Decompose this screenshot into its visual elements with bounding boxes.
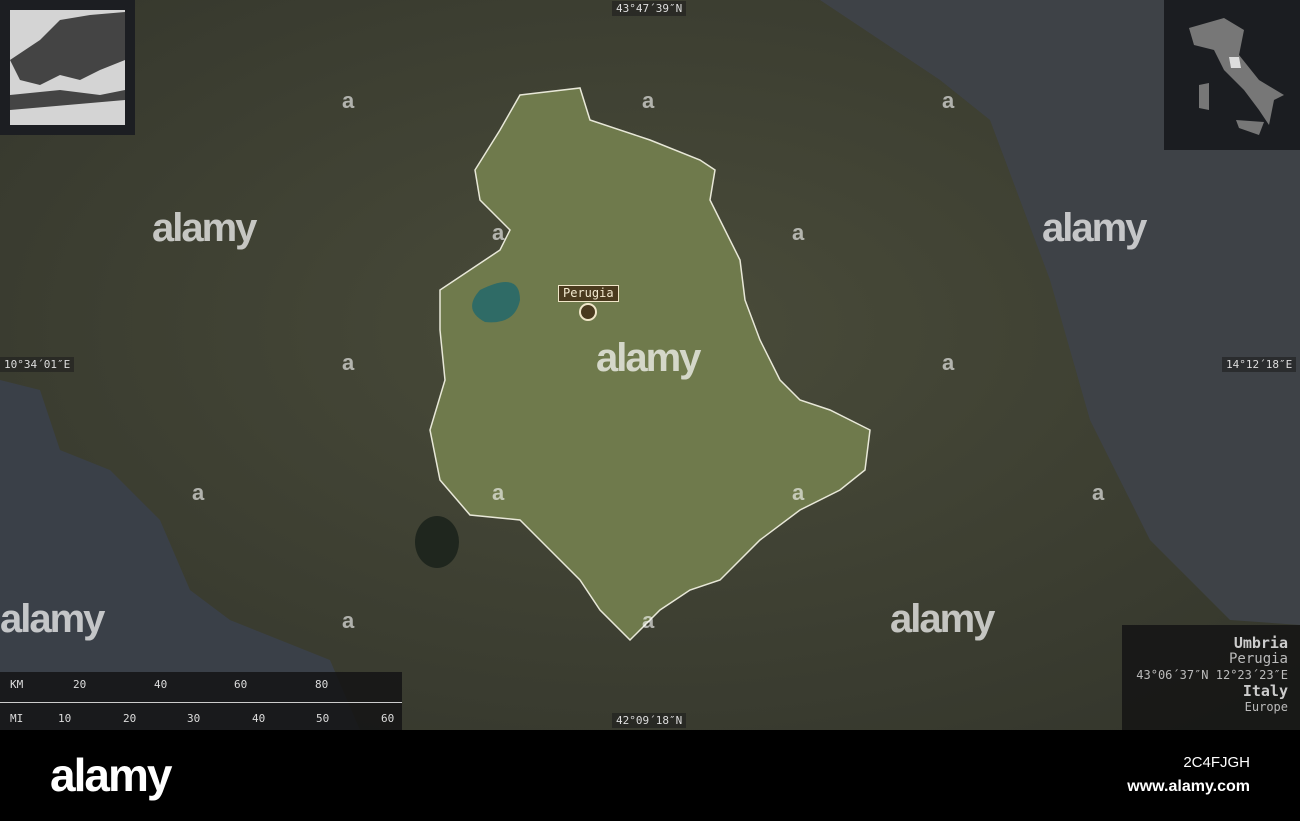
scale-bar: KM 20 40 60 80 MI 10 20 30 40 50 60 xyxy=(0,672,402,730)
country-name: Italy xyxy=(1242,682,1288,700)
mi-tick: 30 xyxy=(187,712,201,725)
km-label: KM xyxy=(10,678,24,691)
watermark: alamy xyxy=(152,206,257,250)
watermark-letter: a xyxy=(792,220,805,245)
watermark-letter: a xyxy=(942,350,955,375)
watermark-letter: a xyxy=(192,480,205,505)
city-label-perugia: Perugia xyxy=(558,285,619,302)
mi-tick: 50 xyxy=(316,712,330,725)
region-name: Umbria xyxy=(1233,634,1288,652)
mi-tick: 60 xyxy=(381,712,395,725)
alamy-logo[interactable]: alamy xyxy=(50,748,172,802)
lake-bolsena xyxy=(415,516,459,568)
km-tick: 60 xyxy=(234,678,248,691)
umbria-highlight xyxy=(1229,57,1241,68)
mi-label: MI xyxy=(10,712,24,725)
latitude-top: 43°47´39″N xyxy=(612,1,687,16)
watermark-letter: a xyxy=(942,88,955,113)
watermark-letter: a xyxy=(642,88,655,113)
mi-tick: 10 xyxy=(58,712,72,725)
watermark: alamy xyxy=(596,336,701,380)
watermark: alamy xyxy=(1042,206,1147,250)
km-tick: 80 xyxy=(315,678,329,691)
europe-locator-map xyxy=(0,0,135,135)
watermark-letter: a xyxy=(492,480,505,505)
italy-locator-map xyxy=(1164,0,1300,150)
longitude-right: 14°12´18″E xyxy=(1222,357,1297,372)
watermark: alamy xyxy=(0,597,105,641)
longitude-left: 10°34´01″E xyxy=(0,357,75,372)
capital-name: Perugia xyxy=(1228,651,1288,667)
image-id: 2C4FJGH xyxy=(1183,754,1250,771)
continent-name: Europe xyxy=(1244,700,1288,714)
km-tick: 20 xyxy=(73,678,87,691)
footer-bar: alamy 2C4FJGH www.alamy.com xyxy=(0,730,1300,821)
latitude-bottom: 42°09´18″N xyxy=(612,713,687,728)
city-marker-icon[interactable] xyxy=(579,303,597,321)
satellite-map[interactable]: 43°47´39″N 42°09´18″N 10°34´01″E 14°12´1… xyxy=(0,0,1300,730)
watermark-letter: a xyxy=(642,608,655,633)
capital-coordinates: 43°06´37″N 12°23´23″E xyxy=(1136,668,1288,682)
km-tick: 40 xyxy=(154,678,168,691)
watermark-letter: a xyxy=(342,350,355,375)
mi-tick: 20 xyxy=(123,712,137,725)
watermark-letter: a xyxy=(342,608,355,633)
watermark-letter: a xyxy=(792,480,805,505)
region-info-box: Umbria Perugia 43°06´37″N 12°23´23″E Ita… xyxy=(1122,625,1300,730)
watermark-letter: a xyxy=(342,88,355,113)
watermark-letter: a xyxy=(492,220,505,245)
mi-tick: 40 xyxy=(252,712,266,725)
site-link[interactable]: www.alamy.com xyxy=(1127,778,1250,796)
watermark: alamy xyxy=(890,597,995,641)
watermark-letter: a xyxy=(1092,480,1105,505)
